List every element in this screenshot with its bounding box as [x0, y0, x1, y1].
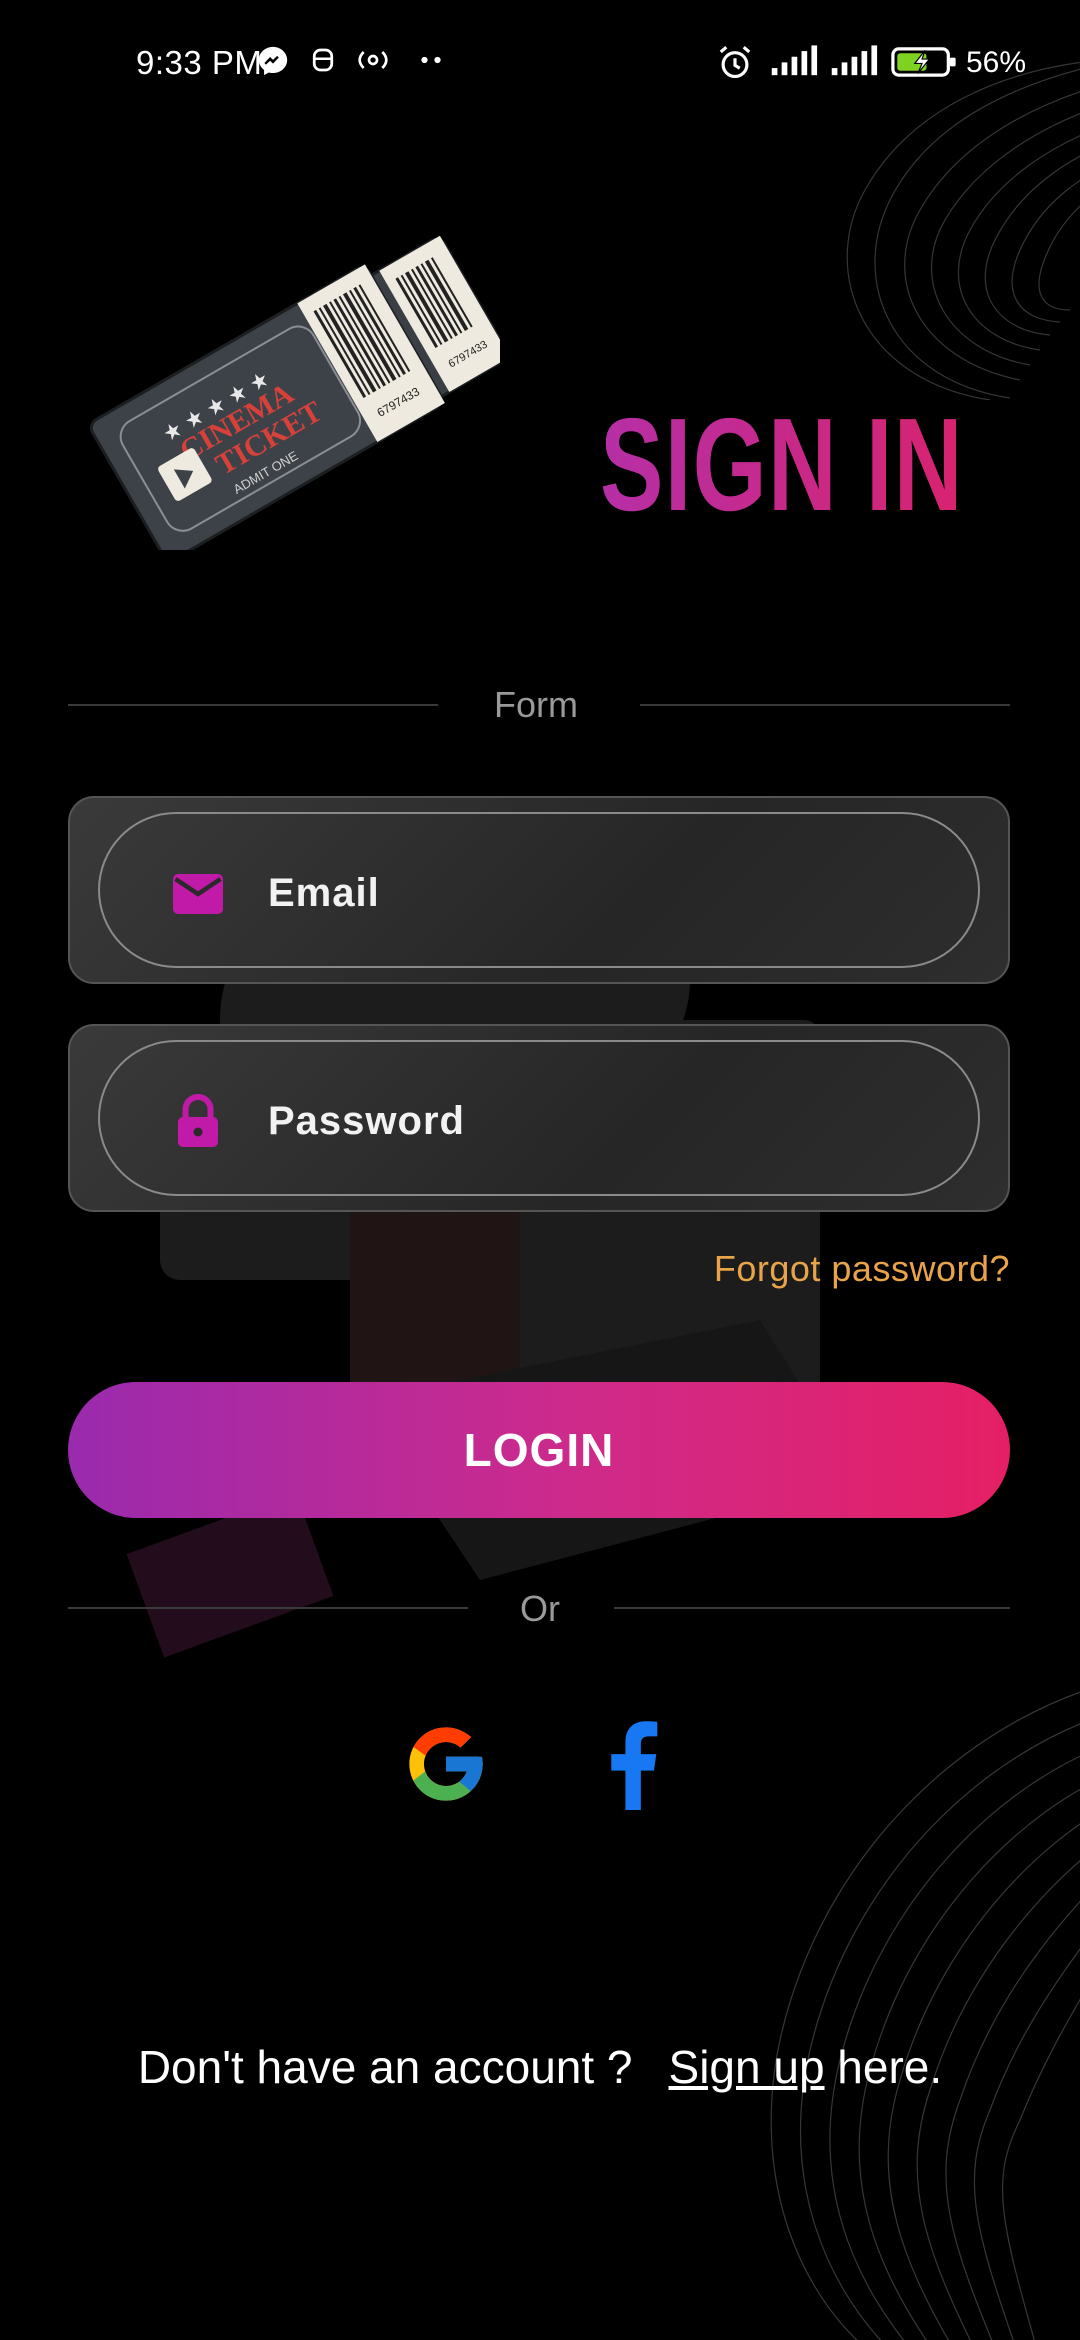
- forgot-password-link[interactable]: Forgot password?: [714, 1248, 1010, 1290]
- signal-icon: [771, 45, 818, 76]
- messenger-icon: [258, 46, 288, 76]
- mail-icon: [173, 874, 223, 914]
- lock-icon: [178, 1094, 218, 1147]
- or-divider-line-right: [614, 1607, 1010, 1609]
- status-time: 9:33 PM: [136, 44, 263, 81]
- signup-link[interactable]: Sign up: [669, 2041, 825, 2093]
- notification-icon: [312, 48, 334, 72]
- more-dots-icon: [421, 56, 441, 64]
- signup-prompt: Don't have an account ? Sign up here.: [0, 2040, 1080, 2094]
- battery-percent: 56%: [966, 46, 1027, 79]
- or-divider-line-left: [68, 1607, 468, 1609]
- email-field-pill: [98, 812, 980, 968]
- facebook-icon[interactable]: [598, 1718, 664, 1810]
- form-divider-label: Form: [494, 684, 578, 725]
- google-icon[interactable]: [402, 1720, 490, 1808]
- signal-icon: [831, 45, 878, 76]
- battery-charging-icon: [891, 47, 956, 77]
- divider-line-right: [640, 704, 1010, 706]
- page-title: SIGN IN: [600, 391, 964, 538]
- hotspot-icon: [358, 51, 388, 69]
- signup-question: Don't have an account ?: [137, 2041, 633, 2093]
- password-field-pill: [98, 1040, 980, 1196]
- divider-line-left: [68, 704, 438, 706]
- status-bar: 9:33 PM 56%: [0, 0, 1080, 125]
- or-divider-label: Or: [520, 1588, 560, 1629]
- signup-suffix: here.: [824, 2041, 943, 2093]
- login-button[interactable]: LOGIN: [68, 1382, 1010, 1518]
- password-input[interactable]: [266, 1082, 950, 1160]
- email-input[interactable]: [266, 854, 950, 932]
- email-field-card: [68, 796, 1010, 984]
- cinema-ticket-logo: 6797433 6797433 CINEMA TICKET ADMIT ONE: [89, 235, 500, 550]
- sign-in-screen: 9:33 PM 56% 6797433 6797433 CINEMA TICKE…: [0, 0, 1080, 2340]
- decorative-swirl-bottom: [770, 1691, 1080, 2340]
- alarm-icon: [719, 45, 751, 79]
- password-field-card: [68, 1024, 1010, 1212]
